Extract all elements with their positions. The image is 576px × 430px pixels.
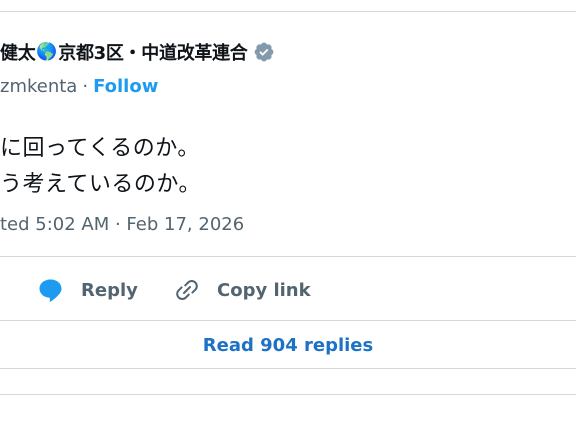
reply-label: Reply xyxy=(81,279,138,301)
divider-middle xyxy=(0,320,576,321)
author-name-part1[interactable]: 健太 xyxy=(0,39,36,65)
copy-link-button[interactable]: Copy link xyxy=(173,273,311,307)
copy-link-label: Copy link xyxy=(217,279,311,301)
verified-badge-icon xyxy=(254,42,273,62)
speech-bubble-icon xyxy=(39,279,62,302)
author-handle-row: zmkenta · Follow xyxy=(0,74,158,98)
tweet-timestamp[interactable]: ted 5:02 AM · Feb 17, 2026 xyxy=(0,214,244,235)
author-name-part2[interactable]: 京都3区・中道改革連合 xyxy=(58,39,248,65)
globe-emoji: 🌎 xyxy=(36,42,58,62)
handle-separator: · xyxy=(82,75,89,97)
read-replies-button[interactable]: Read 904 replies xyxy=(0,329,576,361)
tweet-text-line-2: う考えているのか。 xyxy=(0,172,201,197)
author-handle[interactable]: zmkenta xyxy=(0,76,77,97)
divider-top xyxy=(0,256,576,257)
author-name-row[interactable]: 健太 🌎 京都3区・中道改革連合 xyxy=(0,38,275,66)
tweet-text-line-1: に回ってくるのか。 xyxy=(0,136,200,161)
link-icon xyxy=(176,280,198,300)
divider-bottom xyxy=(0,368,576,369)
reply-button[interactable]: Reply xyxy=(37,273,138,307)
follow-button[interactable]: Follow xyxy=(93,76,158,97)
